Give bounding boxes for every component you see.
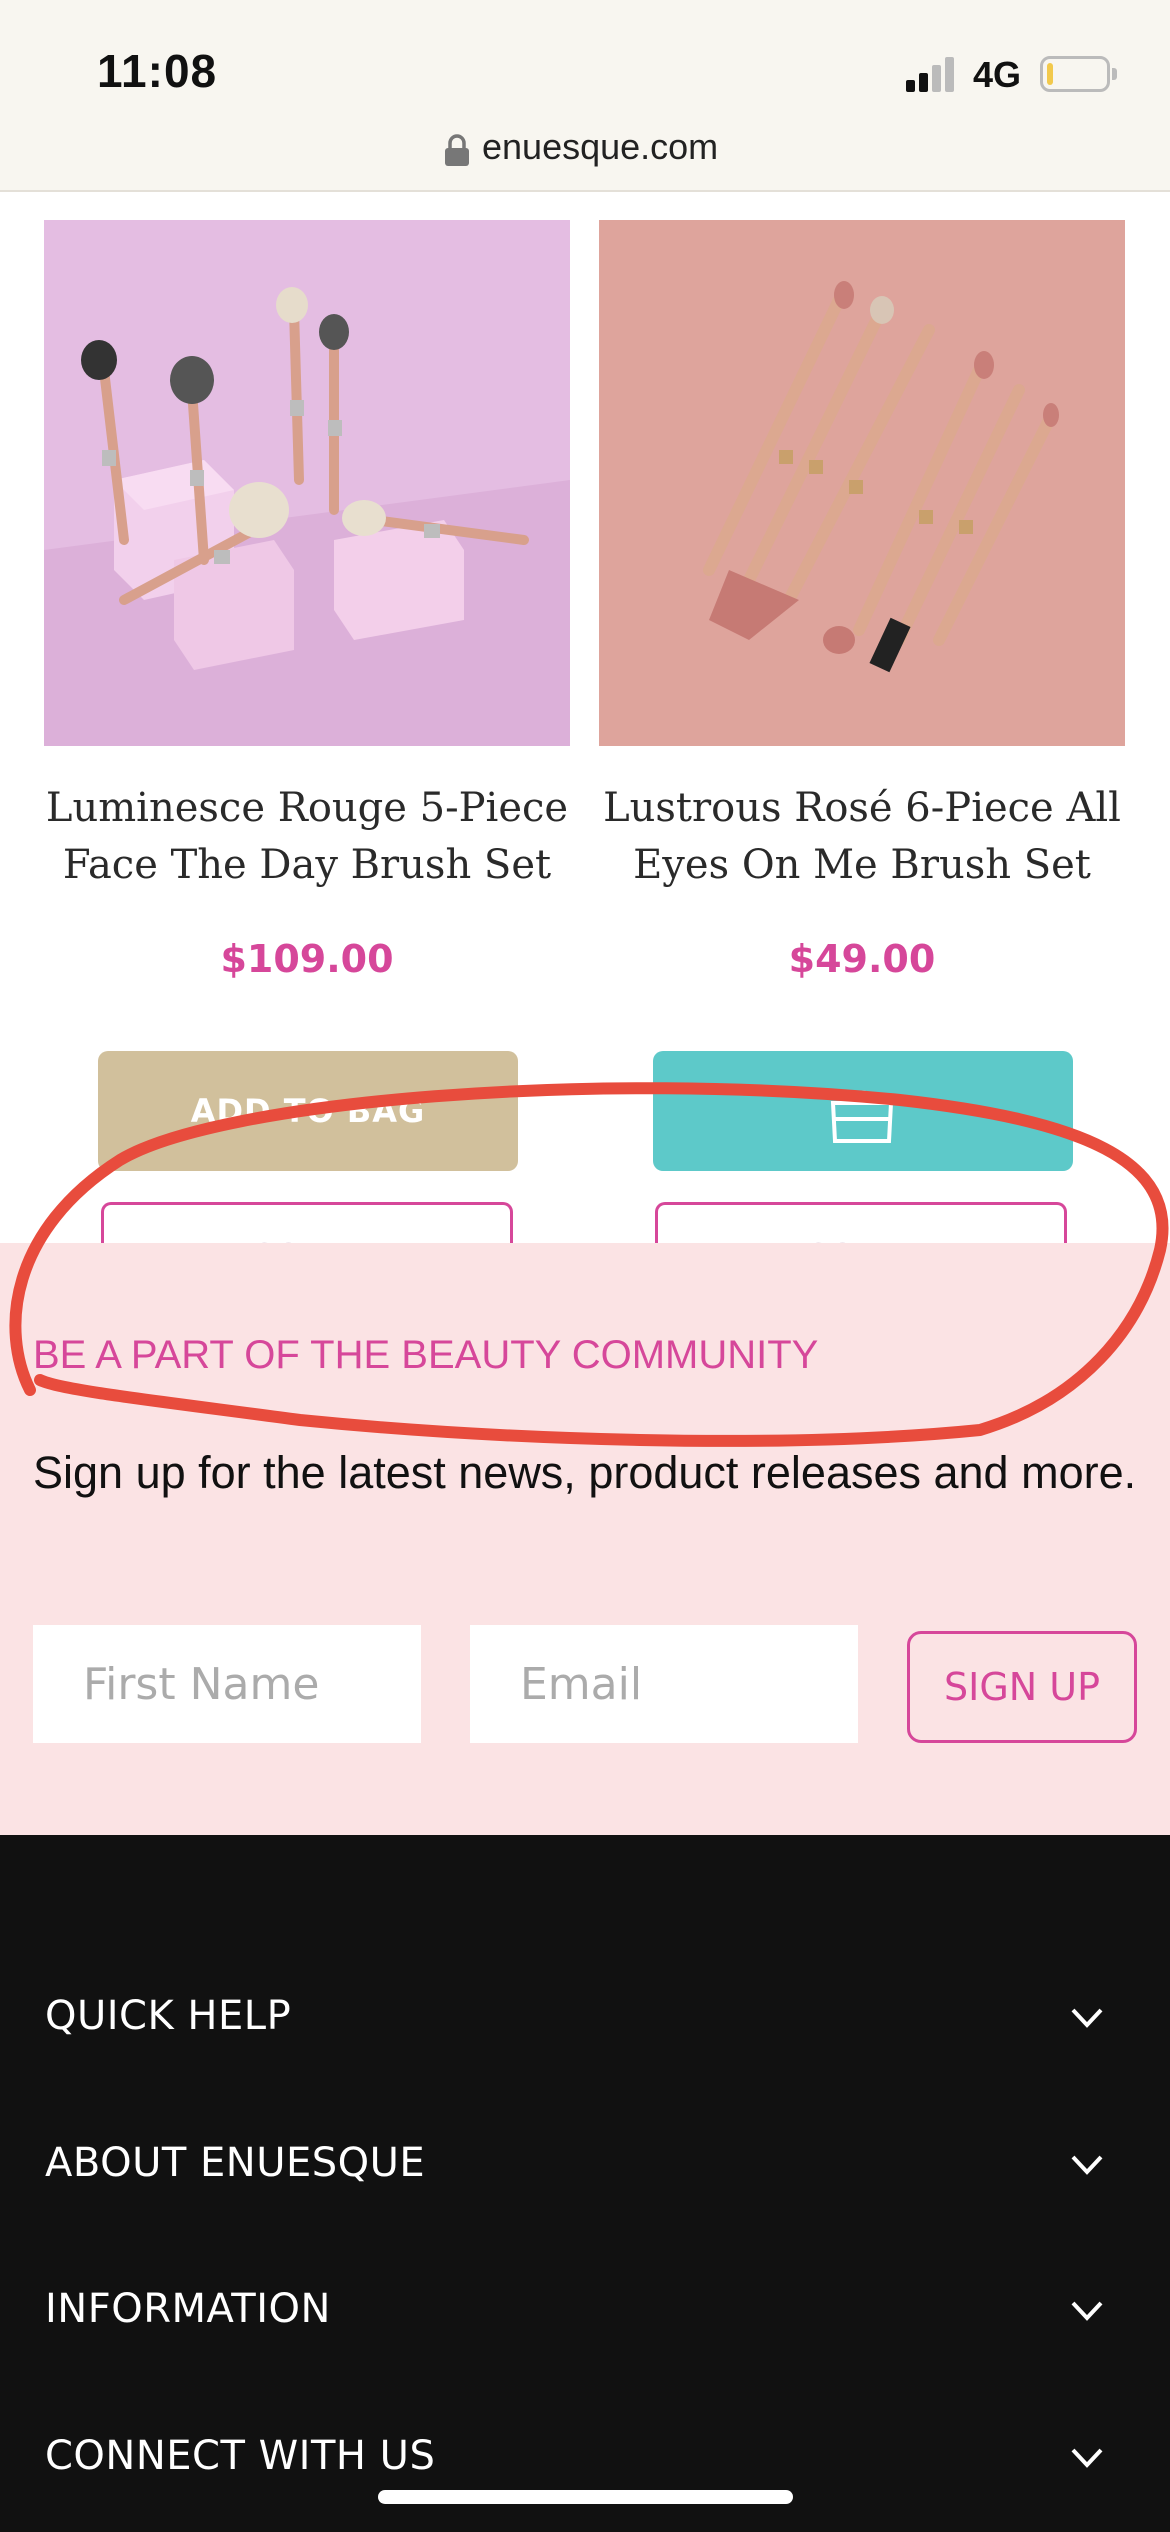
newsletter-heading: BE A PART OF THE BEAUTY COMMUNITY bbox=[33, 1333, 819, 1377]
cellular-signal-icon bbox=[906, 57, 954, 92]
status-time: 11:08 bbox=[97, 45, 218, 97]
footer-item-information[interactable]: INFORMATION bbox=[0, 2258, 1170, 2368]
email-input[interactable] bbox=[470, 1625, 858, 1743]
chevron-down-icon bbox=[1071, 2155, 1103, 2175]
footer-item-quick-help[interactable]: QUICK HELP bbox=[0, 1965, 1170, 2075]
product-title[interactable]: Lustrous Rosé 6-Piece All Eyes On Me Bru… bbox=[582, 780, 1142, 894]
product-image[interactable] bbox=[599, 220, 1125, 746]
product-title[interactable]: Luminesce Rouge 5-Piece Face The Day Bru… bbox=[27, 780, 587, 894]
bag-icon bbox=[830, 1090, 894, 1143]
add-to-bag-button[interactable] bbox=[653, 1051, 1073, 1171]
chevron-down-icon bbox=[1071, 2008, 1103, 2028]
chevron-down-icon bbox=[1071, 2448, 1103, 2468]
footer-item-label: ABOUT ENUESQUE bbox=[45, 2140, 426, 2186]
footer-item-label: INFORMATION bbox=[45, 2286, 331, 2332]
add-to-bag-button[interactable]: ADD TO BAG bbox=[98, 1051, 518, 1171]
home-indicator bbox=[378, 2490, 793, 2504]
status-bar: 11:08 4G bbox=[0, 0, 1170, 120]
product-price: $109.00 bbox=[220, 937, 394, 981]
footer-item-label: CONNECT WITH US bbox=[45, 2433, 436, 2479]
sign-up-button[interactable]: SIGN UP bbox=[907, 1631, 1137, 1743]
url-text: enuesque.com bbox=[482, 126, 719, 167]
network-type: 4G bbox=[973, 54, 1022, 95]
brush-set-photo bbox=[44, 220, 570, 746]
newsletter-section: BE A PART OF THE BEAUTY COMMUNITY Sign u… bbox=[0, 1243, 1170, 1835]
brush-set-photo bbox=[599, 220, 1125, 746]
footer-item-about[interactable]: ABOUT ENUESQUE bbox=[0, 2112, 1170, 2222]
product-price: $49.00 bbox=[788, 937, 936, 981]
battery-icon bbox=[1040, 56, 1117, 92]
lock-icon bbox=[445, 134, 469, 166]
product-image[interactable] bbox=[44, 220, 570, 746]
newsletter-subtext: Sign up for the latest news, product rel… bbox=[33, 1447, 1137, 1498]
first-name-input[interactable] bbox=[33, 1625, 421, 1743]
footer-item-label: QUICK HELP bbox=[45, 1993, 292, 2039]
browser-url-bar[interactable]: enuesque.com bbox=[0, 120, 1170, 192]
chevron-down-icon bbox=[1071, 2301, 1103, 2321]
footer: QUICK HELP ABOUT ENUESQUE INFORMATION CO… bbox=[0, 1835, 1170, 2532]
